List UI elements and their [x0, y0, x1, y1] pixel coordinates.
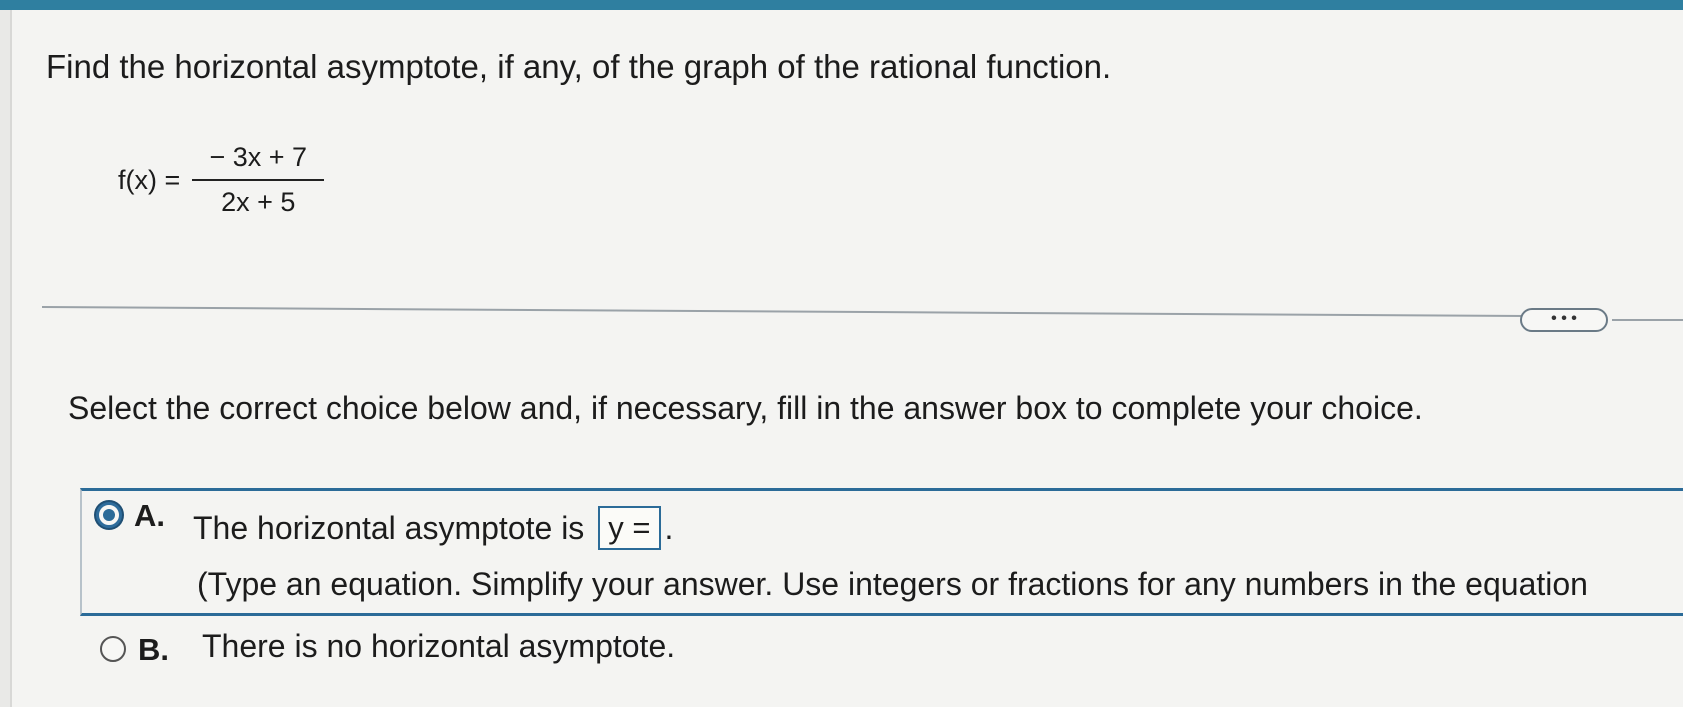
- choice-b-radio[interactable]: [100, 636, 126, 662]
- fraction-numerator: − 3x + 7: [209, 142, 308, 172]
- top-accent-bar: [0, 0, 1683, 10]
- choice-a-text: The horizontal asymptote is: [193, 509, 585, 546]
- choice-a-statement: The horizontal asymptote is y = .: [193, 506, 673, 550]
- more-options-button[interactable]: • • •: [1520, 308, 1608, 332]
- fraction-denominator: 2x + 5: [221, 187, 296, 217]
- choice-a-letter: A.: [134, 498, 165, 533]
- function-lhs: f(x) =: [118, 164, 181, 195]
- fraction: − 3x + 7 2x + 5: [192, 142, 325, 218]
- choice-b-text: There is no horizontal asymptote.: [202, 628, 676, 664]
- instruction-text: Select the correct choice below and, if …: [68, 390, 1423, 426]
- section-divider-right: [1612, 319, 1683, 321]
- rational-function-formula: f(x) = − 3x + 7 2x + 5: [118, 132, 325, 228]
- choice-a-period: .: [664, 509, 674, 546]
- answer-input-box[interactable]: y =: [598, 506, 661, 550]
- question-text: Find the horizontal asymptote, if any, o…: [46, 48, 1112, 85]
- choice-a-radio[interactable]: [96, 502, 122, 528]
- choice-a-hint: (Type an equation. Simplify your answer.…: [197, 566, 1588, 602]
- choice-b-letter: B.: [138, 632, 169, 667]
